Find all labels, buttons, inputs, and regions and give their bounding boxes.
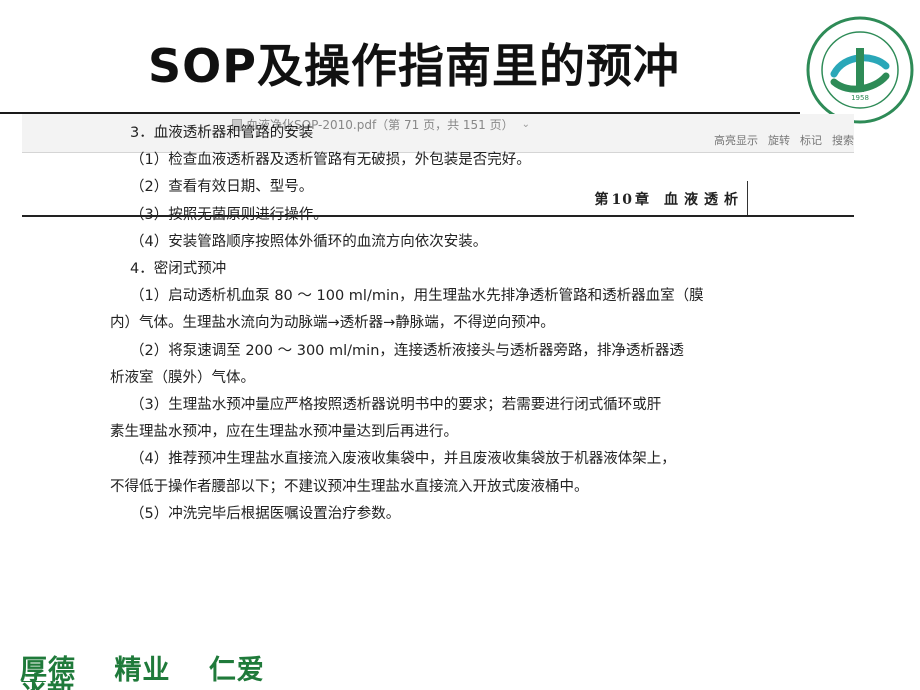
motto-2: 精业 — [114, 655, 171, 686]
s3-item-2: （2）查看有效日期、型号。 — [130, 179, 314, 196]
logo-year: 1958 — [851, 94, 869, 102]
s4-item-5: （5）冲洗完毕后根据医嘱设置治疗参数。 — [130, 505, 401, 522]
section-heading-4: 4．密闭式预冲 — [130, 261, 227, 278]
s4-item-4-line-2: 不得低于操作者腰部以下；不建议预冲生理盐水直接流入开放式废液桶中。 — [110, 478, 589, 495]
section-heading-3: 3．血液透析器和管路的安装 — [130, 125, 314, 141]
s4-item-1-line-1: （1）启动透析机血泵 80 ～ 100 ml/min，用生理盐水先排净透析管路和… — [130, 288, 704, 305]
tool-search[interactable]: 搜索 — [832, 132, 854, 148]
s4-item-1-line-2: 内）气体。生理盐水流向为动脉端→透析器→静脉端，不得逆向预冲。 — [110, 315, 555, 332]
tool-rotate[interactable]: 旋转 — [768, 132, 790, 148]
s4-item-3-line-2: 素生理盐水预冲，应在生理盐水预冲量达到后再进行。 — [110, 424, 458, 441]
s3-item-1: （1）检查血液透析器及透析管路有无破损，外包装是否完好。 — [130, 152, 531, 169]
s4-item-2-line-1: （2）将泵速调至 200 ～ 300 ml/min，连接透析液接头与透析器旁路，… — [130, 342, 684, 359]
hospital-logo: 1958 — [806, 16, 914, 124]
s4-item-4-line-1: （4）推荐预冲生理盐水直接流入废液收集袋中，并且废液收集袋放于机器液体架上， — [130, 451, 676, 468]
motto-3: 仁爱 — [208, 655, 265, 686]
document-body: 3．血液透析器和管路的安装 （1）检查血液透析器及透析管路有无破损，外包装是否完… — [110, 120, 770, 528]
motto-cut-line: 求新 — [20, 681, 74, 690]
s4-item-3-line-1: （3）生理盐水预冲量应严格按照透析器说明书中的要求；若需要进行闭式循环或肝 — [130, 397, 662, 414]
tool-markup[interactable]: 标记 — [800, 132, 822, 148]
s3-item-3: （3）按照无菌原则进行操作。 — [130, 206, 328, 223]
slide-title: SOP及操作指南里的预冲 — [148, 39, 680, 93]
s3-item-4: （4）安装管路顺序按照体外循环的血流方向依次安装。 — [130, 233, 488, 250]
s4-item-2-line-2: 析液室（膜外）气体。 — [110, 369, 255, 386]
